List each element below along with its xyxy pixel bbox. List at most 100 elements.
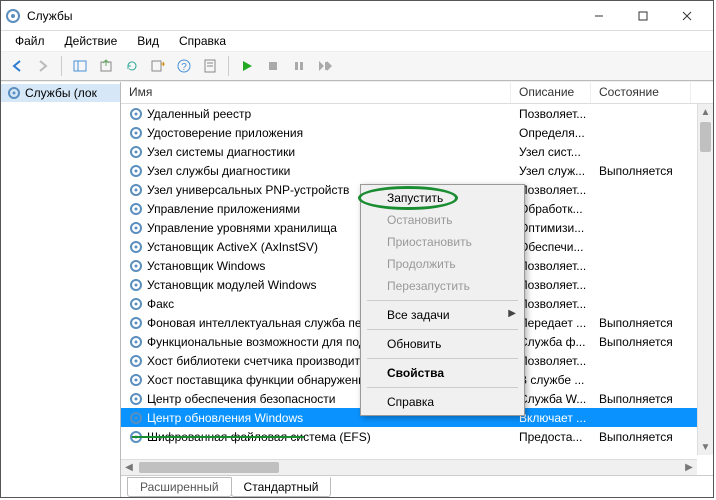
gear-icon	[129, 354, 143, 368]
back-button[interactable]	[5, 54, 29, 78]
tab-standard[interactable]: Стандартный	[231, 477, 332, 497]
help-button[interactable]: ?	[172, 54, 196, 78]
toolbar: ?	[1, 51, 713, 81]
service-name-cell: Удостоверение приложения	[121, 125, 511, 141]
scroll-down-arrow-icon[interactable]: ▼	[698, 439, 713, 455]
menu-action[interactable]: Действие	[55, 32, 128, 50]
gear-icon	[129, 411, 143, 425]
column-desc[interactable]: Описание	[511, 82, 591, 103]
service-state-cell	[591, 284, 691, 286]
service-row[interactable]: Узел службы диагностики Узел служ...Выпол…	[121, 161, 713, 180]
toolbar-separator	[228, 56, 229, 76]
context-menu-item[interactable]: Запустить	[363, 187, 522, 209]
panel-icon	[72, 58, 88, 74]
service-row[interactable]: Шифрованная файловая система (EFS)Предос…	[121, 427, 713, 446]
context-menu-item[interactable]: Свойства	[363, 362, 522, 384]
export-list-button[interactable]	[146, 54, 170, 78]
context-menu-item[interactable]: Обновить	[363, 333, 522, 355]
menu-help[interactable]: Справка	[169, 32, 236, 50]
vertical-scrollbar[interactable]: ▲ ▼	[697, 104, 713, 455]
stop-service-button[interactable]	[261, 54, 285, 78]
maximize-button[interactable]	[621, 2, 665, 30]
tree-label: Службы (лок	[25, 86, 97, 100]
service-state-cell: Выполняется	[591, 163, 691, 179]
service-name-cell: Удаленный реестр	[121, 106, 511, 122]
gear-icon	[129, 240, 143, 254]
properties-icon	[202, 58, 218, 74]
gear-icon	[129, 221, 143, 235]
restart-service-button[interactable]	[313, 54, 337, 78]
column-state[interactable]: Состояние	[591, 82, 691, 103]
service-name: Центр обновления Windows	[147, 411, 303, 425]
service-name: Узел системы диагностики	[147, 145, 295, 159]
gear-icon	[129, 430, 143, 444]
service-desc-cell: Определя...	[511, 125, 591, 141]
service-state-cell	[591, 303, 691, 305]
titlebar: Службы	[1, 1, 713, 31]
service-name: Факс	[147, 297, 174, 311]
service-desc-cell: Узел служ...	[511, 163, 591, 179]
service-state-cell: Выполняется	[591, 429, 691, 445]
scroll-left-arrow-icon[interactable]: ◀	[121, 460, 137, 475]
context-menu-separator	[367, 329, 518, 330]
service-name: Управление уровнями хранилища	[147, 221, 337, 235]
menubar: Файл Действие Вид Справка	[1, 31, 713, 51]
context-menu-item[interactable]: Справка	[363, 391, 522, 413]
horizontal-scroll-thumb[interactable]	[139, 462, 279, 473]
scroll-right-arrow-icon[interactable]: ▶	[681, 460, 697, 475]
horizontal-scrollbar[interactable]: ◀ ▶	[121, 459, 697, 475]
console-tree[interactable]: Службы (лок	[1, 82, 121, 497]
vertical-scroll-thumb[interactable]	[700, 122, 711, 152]
service-desc-cell: Позволяет...	[511, 106, 591, 122]
gear-icon	[129, 183, 143, 197]
context-menu-item: Перезапустить	[363, 275, 522, 297]
service-state-cell	[591, 227, 691, 229]
toolbar-separator	[61, 56, 62, 76]
context-menu-item[interactable]: Все задачи▶	[363, 304, 522, 326]
scroll-up-arrow-icon[interactable]: ▲	[698, 104, 713, 120]
context-menu-separator	[367, 300, 518, 301]
service-context-menu: ЗапуститьОстановитьПриостановитьПродолжи…	[360, 184, 525, 416]
export-button[interactable]	[94, 54, 118, 78]
start-service-button[interactable]	[235, 54, 259, 78]
service-row[interactable]: Удостоверение приложения Определя...	[121, 123, 713, 142]
minimize-icon	[594, 11, 604, 21]
window-controls	[577, 2, 709, 30]
service-name: Удостоверение приложения	[147, 126, 303, 140]
service-state-cell	[591, 208, 691, 210]
gear-icon	[129, 392, 143, 406]
service-name: Хост поставщика функции обнаружения	[147, 373, 371, 387]
gear-icon	[129, 278, 143, 292]
maximize-icon	[638, 11, 648, 21]
service-state-cell: Выполняется	[591, 315, 691, 331]
tab-extended[interactable]: Расширенный	[127, 477, 232, 497]
stop-icon	[267, 60, 279, 72]
service-name-cell: Узел службы диагностики	[121, 163, 511, 179]
service-state-cell	[591, 417, 691, 419]
close-icon	[682, 11, 692, 21]
gear-icon	[129, 107, 143, 121]
forward-button[interactable]	[31, 54, 55, 78]
show-hide-tree-button[interactable]	[68, 54, 92, 78]
service-name: Центр обеспечения безопасности	[147, 392, 336, 406]
close-button[interactable]	[665, 2, 709, 30]
service-row[interactable]: Удаленный реестрПозволяет...	[121, 104, 713, 123]
menu-view[interactable]: Вид	[127, 32, 169, 50]
pause-service-button[interactable]	[287, 54, 311, 78]
service-row[interactable]: Узел системы диагностикиУзел сист...	[121, 142, 713, 161]
service-name: Узел службы диагностики	[147, 164, 290, 178]
context-menu-item: Остановить	[363, 209, 522, 231]
minimize-button[interactable]	[577, 2, 621, 30]
tree-services-local[interactable]: Службы (лок	[1, 84, 120, 102]
gear-icon	[129, 335, 143, 349]
view-tabs: Расширенный Стандартный	[121, 475, 713, 497]
service-state-cell	[591, 379, 691, 381]
service-state-cell	[591, 151, 691, 153]
service-desc-cell: Предоста...	[511, 429, 591, 445]
help-icon: ?	[176, 58, 192, 74]
refresh-button[interactable]	[120, 54, 144, 78]
menu-file[interactable]: Файл	[5, 32, 55, 50]
properties-button[interactable]	[198, 54, 222, 78]
list-export-icon	[150, 58, 166, 74]
column-name[interactable]: Имя	[121, 82, 511, 103]
